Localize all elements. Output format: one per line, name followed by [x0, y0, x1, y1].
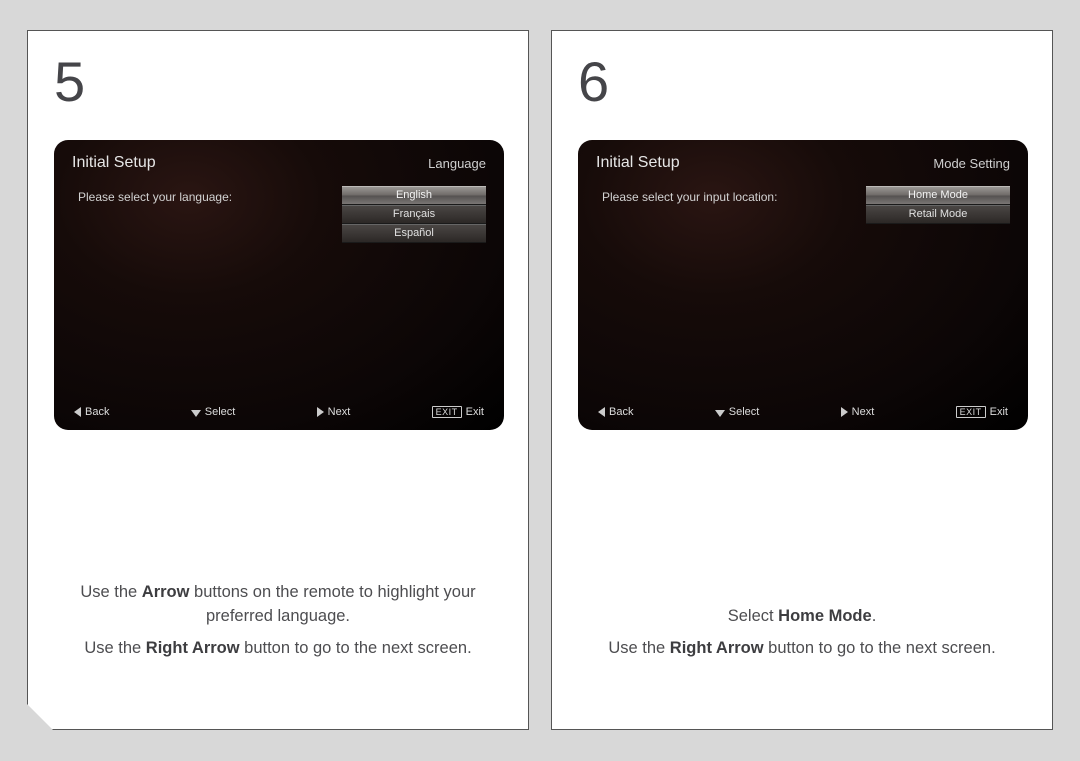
hint-select-label: Select	[205, 406, 236, 418]
tv-body: Please select your language: English Fra…	[54, 180, 504, 243]
tv-prompt: Please select your language:	[78, 186, 330, 243]
hint-next-label: Next	[328, 406, 351, 418]
hint-next: Next	[317, 406, 351, 418]
tv-options: English Français Español	[342, 186, 486, 243]
step-number: 6	[578, 49, 1026, 114]
hint-select: Select	[715, 406, 760, 418]
instruction-line-1: Use the Arrow buttons on the remote to h…	[54, 581, 502, 629]
tv-screen-language: Initial Setup Language Please select you…	[54, 140, 504, 430]
hint-back-label: Back	[85, 406, 109, 418]
instructions: Select Home Mode. Use the Right Arrow bu…	[578, 605, 1026, 669]
tv-footer: Back Select Next EXIT Exit	[578, 396, 1028, 430]
instruction-line-2: Use the Right Arrow button to go to the …	[54, 637, 502, 661]
arrow-right-icon	[841, 407, 848, 417]
instruction-line-2: Use the Right Arrow button to go to the …	[578, 637, 1026, 661]
option-home-mode[interactable]: Home Mode	[866, 186, 1010, 205]
hint-exit: EXIT Exit	[956, 406, 1008, 418]
arrow-updown-icon	[715, 409, 725, 416]
option-retail-mode[interactable]: Retail Mode	[866, 205, 1010, 224]
option-francais[interactable]: Français	[342, 205, 486, 224]
hint-next: Next	[841, 406, 875, 418]
hint-next-label: Next	[852, 406, 875, 418]
tv-header: Initial Setup Language	[54, 140, 504, 180]
tv-section: Language	[428, 156, 486, 171]
tv-section: Mode Setting	[933, 156, 1010, 171]
arrow-updown-icon	[191, 409, 201, 416]
hint-select: Select	[191, 406, 236, 418]
hint-exit-label: Exit	[990, 406, 1008, 418]
hint-exit-label: Exit	[466, 406, 484, 418]
arrow-right-icon	[317, 407, 324, 417]
step-card-6: 6 Initial Setup Mode Setting Please sele…	[551, 30, 1053, 730]
hint-back-label: Back	[609, 406, 633, 418]
instruction-line-1: Select Home Mode.	[578, 605, 1026, 629]
tv-body: Please select your input location: Home …	[578, 180, 1028, 224]
hint-back: Back	[74, 406, 109, 418]
option-espanol[interactable]: Español	[342, 224, 486, 243]
tv-prompt: Please select your input location:	[602, 186, 854, 224]
hint-back: Back	[598, 406, 633, 418]
hint-exit: EXIT Exit	[432, 406, 484, 418]
hint-select-label: Select	[729, 406, 760, 418]
tv-screen-mode: Initial Setup Mode Setting Please select…	[578, 140, 1028, 430]
step-number: 5	[54, 49, 502, 114]
tv-options: Home Mode Retail Mode	[866, 186, 1010, 224]
exit-badge: EXIT	[956, 406, 986, 418]
instructions: Use the Arrow buttons on the remote to h…	[54, 581, 502, 669]
tv-title: Initial Setup	[72, 154, 156, 172]
tv-footer: Back Select Next EXIT Exit	[54, 396, 504, 430]
tv-title: Initial Setup	[596, 154, 680, 172]
arrow-left-icon	[598, 407, 605, 417]
page-wrap: 5 Initial Setup Language Please select y…	[27, 30, 1053, 730]
step-card-5: 5 Initial Setup Language Please select y…	[27, 30, 529, 730]
tv-header: Initial Setup Mode Setting	[578, 140, 1028, 180]
option-english[interactable]: English	[342, 186, 486, 205]
exit-badge: EXIT	[432, 406, 462, 418]
arrow-left-icon	[74, 407, 81, 417]
